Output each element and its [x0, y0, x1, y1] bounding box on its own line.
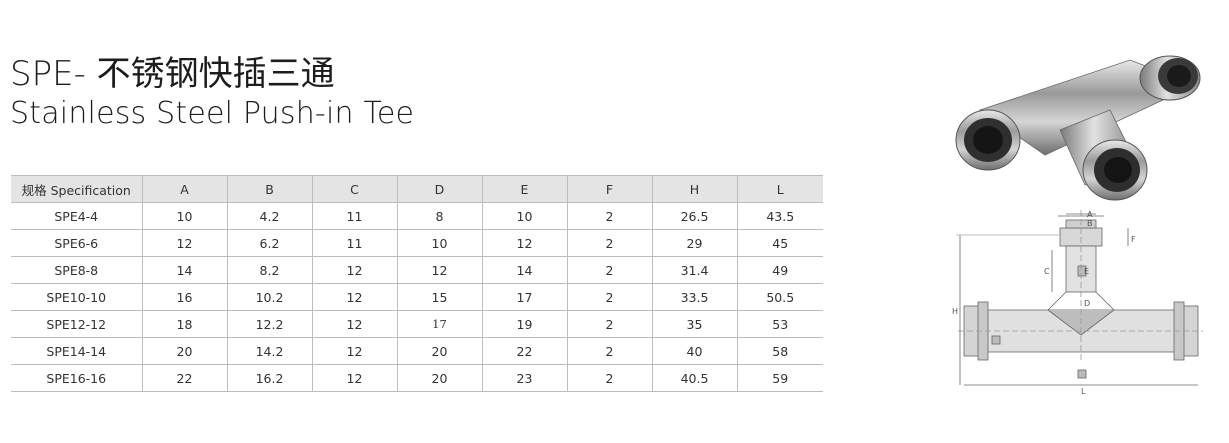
cell-b: 14.2 [226, 337, 312, 365]
cell-b: 12.2 [226, 310, 312, 338]
cell-c: 12 [311, 256, 397, 284]
cell-l: 50.5 [736, 283, 823, 311]
cell-h: 35 [651, 310, 737, 338]
column-header-b: B [226, 175, 312, 203]
cell-f: 2 [566, 229, 652, 257]
cell-e: 12 [481, 229, 567, 257]
table-row: SPE6-6 12 6.2 11 10 12 2 29 45 [11, 229, 823, 257]
column-header-c: C [311, 175, 397, 203]
cell-a: 10 [141, 202, 227, 230]
cell-a: 22 [141, 364, 227, 392]
dim-label-d: D [1084, 299, 1090, 308]
cell-a: 12 [141, 229, 227, 257]
cell-d: 17 [396, 310, 482, 338]
dim-label-a: A [1087, 210, 1093, 219]
cell-f: 2 [566, 310, 652, 338]
cell-f: 2 [566, 256, 652, 284]
cell-spec: SPE4-4 [11, 202, 142, 230]
dim-label-h: H [952, 307, 958, 316]
cell-e: 22 [481, 337, 567, 365]
cell-l: 49 [736, 256, 823, 284]
product-title-cn: SPE- 不锈钢快插三通 [10, 54, 335, 94]
cell-l: 59 [736, 364, 823, 392]
cell-c: 11 [311, 202, 397, 230]
table-row: SPE8-8 14 8.2 12 12 14 2 31.4 49 [11, 256, 823, 284]
table-row: SPE10-10 16 10.2 12 15 17 2 33.5 50.5 [11, 283, 823, 311]
column-header-f: F [566, 175, 652, 203]
specification-table: 规格 Specification A B C D E F H L SPE4-4 … [11, 175, 823, 392]
cell-h: 26.5 [651, 202, 737, 230]
table-header-row: 规格 Specification A B C D E F H L [11, 175, 823, 203]
cell-e: 23 [481, 364, 567, 392]
cell-l: 58 [736, 337, 823, 365]
table-row: SPE4-4 10 4.2 11 8 10 2 26.5 43.5 [11, 202, 823, 230]
table-row: SPE14-14 20 14.2 12 20 22 2 40 58 [11, 337, 823, 365]
cell-spec: SPE10-10 [11, 283, 142, 311]
dim-label-b: B [1087, 219, 1093, 228]
cell-l: 43.5 [736, 202, 823, 230]
cell-spec: SPE6-6 [11, 229, 142, 257]
cell-a: 14 [141, 256, 227, 284]
dim-label-e: E [1084, 267, 1089, 276]
cell-d: 15 [396, 283, 482, 311]
cell-e: 14 [481, 256, 567, 284]
cell-e: 10 [481, 202, 567, 230]
column-header-h: H [651, 175, 737, 203]
cell-c: 12 [311, 337, 397, 365]
column-header-d: D [396, 175, 482, 203]
cell-h: 31.4 [651, 256, 737, 284]
cell-h: 33.5 [651, 283, 737, 311]
cell-a: 20 [141, 337, 227, 365]
product-title-en: Stainless Steel Push-in Tee [10, 96, 415, 131]
table-row: SPE16-16 22 16.2 12 20 23 2 40.5 59 [11, 364, 823, 392]
cell-h: 40 [651, 337, 737, 365]
cell-f: 2 [566, 364, 652, 392]
cell-b: 16.2 [226, 364, 312, 392]
table-row: SPE12-12 18 12.2 12 17 19 2 35 53 [11, 310, 823, 338]
cell-e: 19 [481, 310, 567, 338]
cell-c: 12 [311, 283, 397, 311]
cell-d: 8 [396, 202, 482, 230]
cell-a: 16 [141, 283, 227, 311]
column-header-a: A [141, 175, 227, 203]
dim-label-c: C [1044, 267, 1050, 276]
cell-d: 10 [396, 229, 482, 257]
cell-h: 29 [651, 229, 737, 257]
cell-f: 2 [566, 202, 652, 230]
cell-b: 8.2 [226, 256, 312, 284]
technical-drawing: A B C D E F H L [952, 210, 1203, 395]
cell-b: 6.2 [226, 229, 312, 257]
cell-spec: SPE12-12 [11, 310, 142, 338]
cell-spec: SPE8-8 [11, 256, 142, 284]
cell-l: 45 [736, 229, 823, 257]
cell-c: 12 [311, 364, 397, 392]
cell-f: 2 [566, 283, 652, 311]
cell-b: 10.2 [226, 283, 312, 311]
cell-l: 53 [736, 310, 823, 338]
dim-label-f: F [1131, 235, 1136, 244]
column-header-specification: 规格 Specification [11, 175, 142, 203]
cell-d: 12 [396, 256, 482, 284]
cell-spec: SPE16-16 [11, 364, 142, 392]
cell-e: 17 [481, 283, 567, 311]
cell-spec: SPE14-14 [11, 337, 142, 365]
cell-b: 4.2 [226, 202, 312, 230]
column-header-l: L [736, 175, 823, 203]
cell-d: 20 [396, 364, 482, 392]
cell-a: 18 [141, 310, 227, 338]
cell-c: 11 [311, 229, 397, 257]
cell-h: 40.5 [651, 364, 737, 392]
cell-f: 2 [566, 337, 652, 365]
dim-label-l: L [1081, 387, 1086, 395]
product-photo [955, 55, 1201, 201]
cell-d: 20 [396, 337, 482, 365]
column-header-e: E [481, 175, 567, 203]
cell-c: 12 [311, 310, 397, 338]
